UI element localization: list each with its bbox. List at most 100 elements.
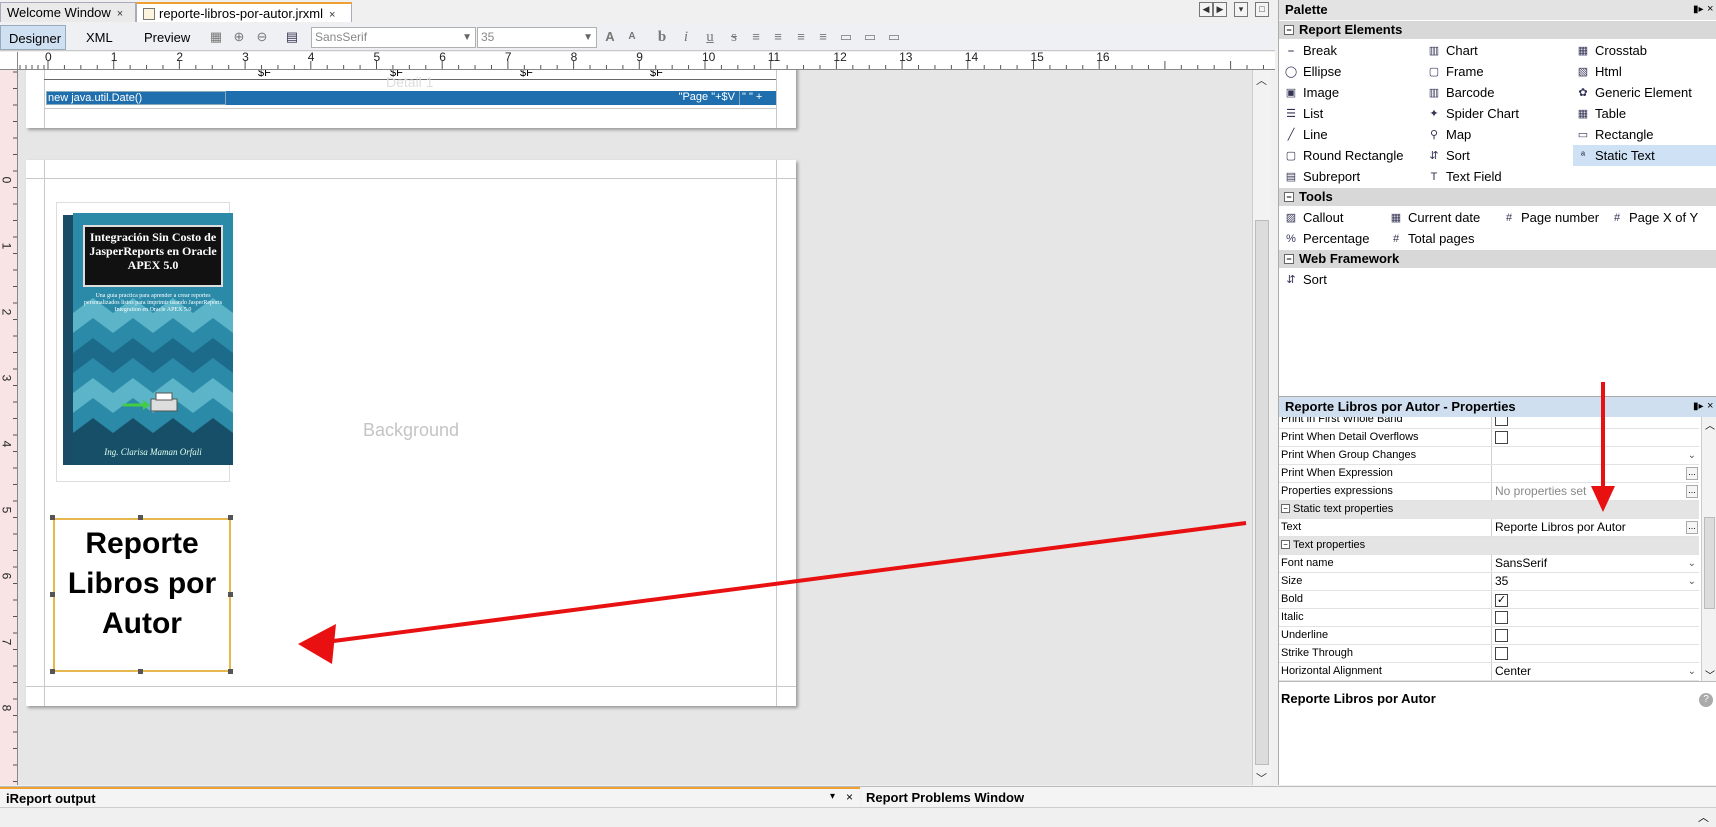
palette-item-round-rectangle[interactable]: ▢ Round Rectangle <box>1281 145 1404 166</box>
minimize-icon[interactable]: ▮▸ <box>1693 4 1704 15</box>
palette-item-map[interactable]: ⚲ Map <box>1424 124 1471 145</box>
collapse-icon[interactable]: − <box>1284 25 1294 35</box>
align-left-icon[interactable]: ≡ <box>748 29 764 45</box>
palette-item-total-pages[interactable]: # Total pages <box>1386 228 1475 249</box>
palette-item-chart[interactable]: ▥ Chart <box>1424 40 1478 61</box>
property-value[interactable]: ⌄ <box>1491 447 1699 464</box>
palette-item-sort[interactable]: ⇵ Sort <box>1424 145 1469 166</box>
bold-icon[interactable]: b <box>654 29 670 45</box>
palette-item-sort[interactable]: ⇵ Sort <box>1281 269 1326 290</box>
property-value[interactable] <box>1491 627 1699 644</box>
tab-xml[interactable]: XML <box>78 25 121 50</box>
palette-item-static-text[interactable]: ª Static Text <box>1573 145 1716 166</box>
palette-item-crosstab[interactable]: ▦ Crosstab <box>1573 40 1647 61</box>
ellipsis-button[interactable]: ... <box>1686 521 1698 534</box>
font-size-select[interactable]: 35 ▼ <box>477 27 597 48</box>
palette-item-percentage[interactable]: % Percentage <box>1281 228 1369 249</box>
align-right-icon[interactable]: ≡ <box>815 29 831 45</box>
clipboard-icon[interactable]: ▤ <box>284 29 300 45</box>
resize-handle[interactable] <box>138 515 143 520</box>
align-middle-icon[interactable]: ▭ <box>862 29 878 45</box>
scroll-right-icon[interactable]: ▶ <box>1213 2 1227 17</box>
property-value[interactable]: No properties set... <box>1491 483 1699 500</box>
scroll-down-icon[interactable]: ﹀ <box>1705 667 1715 682</box>
chevron-down-icon[interactable]: ⌄ <box>1688 663 1696 680</box>
palette-item-break[interactable]: ⎯ Break <box>1281 40 1337 61</box>
scroll-down-icon[interactable]: ﹀ <box>1256 770 1267 786</box>
property-value[interactable] <box>1491 645 1699 662</box>
zoom-out-icon[interactable]: ⊖ <box>254 29 270 45</box>
ellipsis-button[interactable]: ... <box>1686 467 1698 480</box>
italic-icon[interactable]: i <box>678 29 694 45</box>
property-scrollbar[interactable]: ︿ ﹀ <box>1701 417 1716 682</box>
selected-static-text[interactable]: Reporte Libros por Autor <box>53 518 231 672</box>
scroll-up-icon[interactable]: ︿ <box>1705 417 1715 432</box>
resize-handle[interactable] <box>50 515 55 520</box>
resize-handle[interactable] <box>138 669 143 674</box>
minimize-icon[interactable]: ▮▸ <box>1693 401 1704 412</box>
property-value[interactable]: 35 ⌄ <box>1491 573 1699 590</box>
align-bottom-icon[interactable]: ▭ <box>886 29 902 45</box>
resize-handle[interactable] <box>228 515 233 520</box>
property-value[interactable]: SansSerif ⌄ <box>1491 555 1699 572</box>
palette-section-web-framework[interactable]: − Web Framework <box>1279 250 1716 268</box>
resize-handle[interactable] <box>228 592 233 597</box>
close-icon[interactable]: × <box>1707 3 1713 15</box>
palette-item-page-x-of-y[interactable]: # Page X of Y <box>1607 207 1698 228</box>
scrollbar-thumb[interactable] <box>1704 517 1715 609</box>
field-marker[interactable]: $F <box>258 70 271 79</box>
scroll-left-icon[interactable]: ◀ <box>1199 2 1213 17</box>
report-problems-tab[interactable]: Report Problems Window <box>862 787 1716 807</box>
tab-report-file[interactable]: reporte-libros-por-autor.jrxml × <box>136 2 352 22</box>
checkbox[interactable] <box>1495 431 1508 444</box>
property-row-static-text-properties[interactable]: − Static text properties <box>1279 501 1699 519</box>
palette-item-table[interactable]: ▦ Table <box>1573 103 1626 124</box>
scroll-up-icon[interactable]: ︿ <box>1698 809 1709 825</box>
palette-section-tools[interactable]: − Tools <box>1279 188 1716 206</box>
palette-section-report-elements[interactable]: − Report Elements <box>1279 21 1716 39</box>
palette-item-list[interactable]: ☰ List <box>1281 103 1323 124</box>
palette-item-frame[interactable]: ▢ Frame <box>1424 61 1484 82</box>
palette-item-ellipse[interactable]: ◯ Ellipse <box>1281 61 1341 82</box>
checkbox[interactable] <box>1495 647 1508 660</box>
checkbox[interactable] <box>1495 629 1508 642</box>
palette-item-barcode[interactable]: ▥ Barcode <box>1424 82 1495 103</box>
align-justify-icon[interactable]: ≡ <box>793 29 809 45</box>
maximize-icon[interactable]: □ <box>1255 2 1269 17</box>
property-value[interactable]: Reporte Libros por Autor... <box>1491 519 1699 536</box>
tab-preview[interactable]: Preview <box>136 25 198 50</box>
chevron-down-icon[interactable]: ⌄ <box>1688 555 1696 572</box>
ireport-output-tab[interactable]: iReport output ▾ × <box>0 787 860 807</box>
checkbox[interactable]: ✓ <box>1495 594 1508 607</box>
document-list-icon[interactable]: ▾ <box>1234 2 1248 17</box>
zoom-fit-icon[interactable]: ▦ <box>208 29 224 45</box>
strikethrough-icon[interactable]: s <box>726 29 742 45</box>
property-value[interactable]: Center ⌄ <box>1491 663 1699 680</box>
resize-handle[interactable] <box>50 669 55 674</box>
resize-handle[interactable] <box>228 669 233 674</box>
palette-item-generic-element[interactable]: ✿ Generic Element <box>1573 82 1691 103</box>
property-row-text-properties[interactable]: − Text properties <box>1279 537 1699 555</box>
resize-handle[interactable] <box>50 592 55 597</box>
scrollbar-thumb[interactable] <box>1255 220 1269 765</box>
field-marker[interactable]: $F <box>520 70 533 79</box>
book-cover-image[interactable]: Integración Sin Costo de JasperReports e… <box>56 202 233 482</box>
decrease-font-icon[interactable]: A <box>624 29 640 45</box>
chevron-down-icon[interactable]: ⌄ <box>1688 573 1696 590</box>
palette-item-rectangle[interactable]: ▭ Rectangle <box>1573 124 1654 145</box>
canvas-scrollbar[interactable]: ︿ ﹀ <box>1252 70 1271 785</box>
property-value[interactable] <box>1491 609 1699 626</box>
panel-menu-icon[interactable]: ▾ <box>830 791 835 802</box>
property-value[interactable]: ... <box>1491 465 1699 482</box>
field-marker[interactable]: $F <box>650 70 663 79</box>
property-value[interactable] <box>1491 417 1699 428</box>
collapse-icon[interactable]: − <box>1284 254 1294 264</box>
palette-item-page-number[interactable]: # Page number <box>1499 207 1599 228</box>
increase-font-icon[interactable]: A <box>602 29 618 45</box>
help-icon[interactable]: ? <box>1699 693 1713 707</box>
property-value[interactable]: ✓ <box>1491 591 1699 608</box>
ellipsis-button[interactable]: ... <box>1686 485 1698 498</box>
palette-item-subreport[interactable]: ▤ Subreport <box>1281 166 1360 187</box>
date-text-field[interactable]: new java.util.Date() <box>46 91 226 105</box>
close-icon[interactable]: × <box>329 9 335 21</box>
